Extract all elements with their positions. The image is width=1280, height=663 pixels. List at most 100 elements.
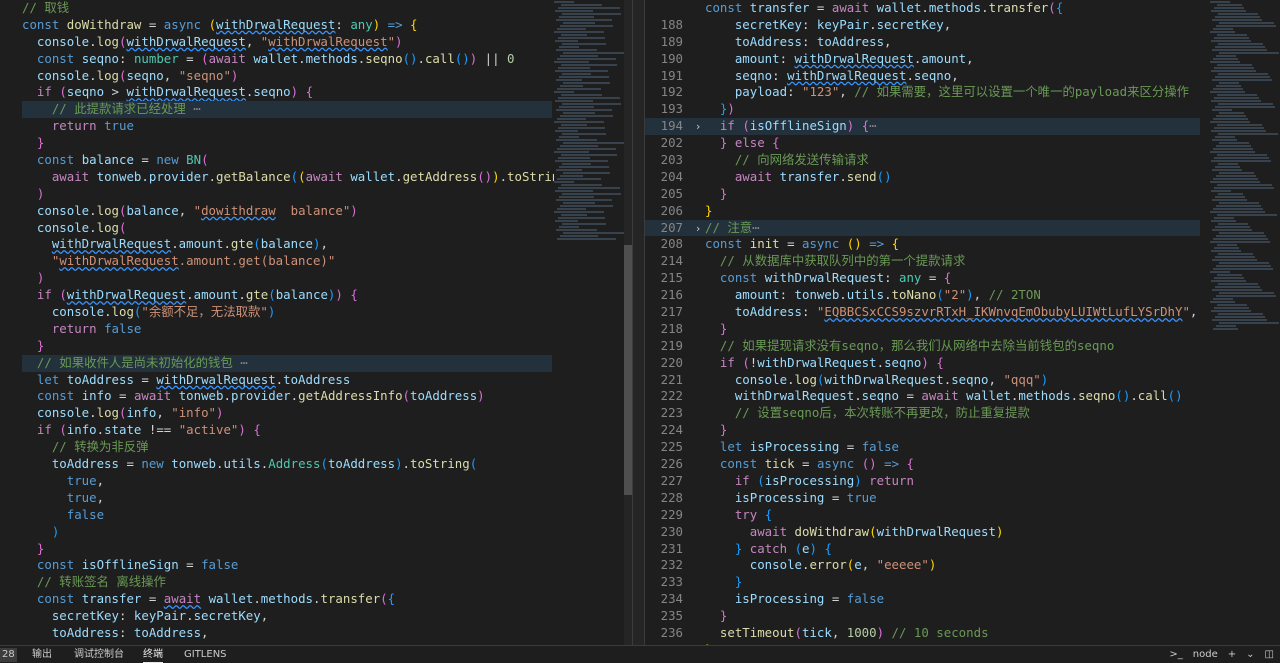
tab-debug-console[interactable]: 调试控制台	[74, 648, 124, 662]
code-line[interactable]: 217 toAddress: "EQBBCSxCCS9szvrRTxH_IKWn…	[645, 304, 1200, 321]
tab-gitlens[interactable]: GITLENS	[184, 648, 227, 662]
code-line[interactable]: 215 const withDrwalRequest: any = {	[645, 270, 1200, 287]
code-line[interactable]: 236 setTimeout(tick, 1000) // 10 seconds	[645, 625, 1200, 642]
split-terminal-icon[interactable]: ◫	[1265, 647, 1274, 662]
left-scrollbar-thumb[interactable]	[624, 245, 632, 495]
code-line[interactable]: false	[22, 507, 552, 524]
code-line[interactable]: // 取钱	[22, 0, 552, 17]
code-line[interactable]: 233 }	[645, 574, 1200, 591]
code-line[interactable]: 206}	[645, 203, 1200, 220]
code-text: }	[719, 608, 728, 624]
code-line[interactable]: 225 let isProcessing = false	[645, 439, 1200, 456]
code-line[interactable]: 223 // 设置seqno后，本次转账不再更改，防止重复提款	[645, 405, 1200, 422]
code-line[interactable]: "withDrwalRequest.amount.get(balance)"	[22, 253, 552, 270]
code-line[interactable]: const info = await tonweb.provider.getAd…	[22, 388, 552, 405]
left-editor-pane[interactable]: // 取钱 const doWithdraw = async (withDrwal…	[0, 0, 632, 645]
code-line[interactable]: secretKey: keyPair.secretKey,	[22, 608, 552, 625]
code-line[interactable]: 202 } else {	[645, 135, 1200, 152]
code-line[interactable]: 208 const init = async () => {	[645, 236, 1200, 253]
code-line[interactable]: }	[22, 338, 552, 355]
editor-splitter[interactable]	[632, 0, 645, 645]
code-line[interactable]: 191 seqno: withDrwalRequest.seqno,	[645, 68, 1200, 85]
code-line[interactable]: 188 secretKey: keyPair.secretKey,	[645, 17, 1200, 34]
chevron-down-icon[interactable]: ⌄	[1246, 647, 1254, 662]
code-line[interactable]: 230 await doWithdraw(withDrwalRequest)	[645, 524, 1200, 541]
code-line[interactable]: 203 // 向网络发送传输请求	[645, 152, 1200, 169]
code-line[interactable]: // 转账签名 离线操作	[22, 574, 552, 591]
code-line[interactable]: const balance = new BN(	[22, 152, 552, 169]
code-line[interactable]: console.log(withDrwalRequest, "withDrwal…	[22, 34, 552, 51]
code-line[interactable]: const transfer = await wallet.methods.tr…	[645, 0, 1200, 17]
code-line[interactable]: const doWithdraw = async (withDrwalReque…	[22, 17, 552, 34]
code-line[interactable]: 214 // 从数据库中获取队列中的第一个提款请求	[645, 253, 1200, 270]
code-line[interactable]: )	[22, 270, 552, 287]
code-line[interactable]: 224 }	[645, 422, 1200, 439]
code-line[interactable]: true,	[22, 473, 552, 490]
code-line[interactable]: // 此提款请求已经处理 ⋯	[22, 101, 552, 119]
code-line[interactable]: 218 }	[645, 321, 1200, 338]
line-number: 190	[660, 50, 683, 66]
terminal-name[interactable]: node	[1193, 647, 1218, 662]
add-terminal-icon[interactable]: +	[1228, 647, 1236, 662]
code-line[interactable]: 226 const tick = async () => {	[645, 456, 1200, 473]
code-line[interactable]: 216 amount: tonweb.utils.toNano("2"), //…	[645, 287, 1200, 304]
tab-output[interactable]: 输出	[32, 648, 52, 662]
code-line[interactable]: await tonweb.provider.getBalance((await …	[22, 169, 589, 186]
code-line[interactable]: 189 toAddress: toAddress,	[645, 34, 1200, 51]
code-line[interactable]: // 如果收件人是尚未初始化的钱包 ⋯	[22, 354, 552, 372]
code-line[interactable]: let toAddress = withDrwalRequest.toAddre…	[22, 372, 552, 389]
left-code-area[interactable]: // 取钱 const doWithdraw = async (withDrwal…	[22, 0, 589, 642]
code-line[interactable]: // 转换为非反弹	[22, 439, 552, 456]
right-code-area[interactable]: const transfer = await wallet.methods.tr…	[645, 0, 1200, 645]
right-minimap[interactable]	[1210, 0, 1280, 645]
code-line[interactable]: 193 })	[645, 101, 1200, 118]
code-line[interactable]: console.log(balance, "dowithdraw balance…	[22, 203, 552, 220]
code-line[interactable]: console.log(info, "info")	[22, 405, 552, 422]
code-line[interactable]: toAddress: toAddress,	[22, 625, 552, 642]
code-line[interactable]: console.log("余额不足，无法取款")	[22, 304, 552, 321]
code-line[interactable]: if (info.state !== "active") {	[22, 422, 552, 439]
code-line[interactable]: 227 if (isProcessing) return	[645, 473, 1200, 490]
code-line[interactable]: const transfer = await wallet.methods.tr…	[22, 591, 552, 608]
code-line[interactable]: }	[22, 135, 552, 152]
code-line[interactable]: 235 }	[645, 608, 1200, 625]
code-line[interactable]: 229 try {	[645, 507, 1200, 524]
code-line[interactable]: 234 isProcessing = false	[645, 591, 1200, 608]
code-line[interactable]: 219 // 如果提现请求没有seqno，那么我们从网络中去除当前钱包的seqn…	[645, 338, 1200, 355]
code-line[interactable]: toAddress = new tonweb.utils.Address(toA…	[22, 456, 552, 473]
minimap-line	[1217, 184, 1272, 186]
code-line[interactable]: return false	[22, 321, 552, 338]
code-line[interactable]: 232 console.error(e, "eeeee")	[645, 557, 1200, 574]
right-editor-pane[interactable]: const transfer = await wallet.methods.tr…	[645, 0, 1280, 645]
code-line[interactable]: )	[22, 186, 552, 203]
code-line[interactable]: 228 isProcessing = true	[645, 490, 1200, 507]
code-line[interactable]: return true	[22, 118, 552, 135]
code-line[interactable]: console.log(	[22, 220, 552, 237]
code-line[interactable]: 192 payload: "123", // 如果需要，这里可以设置一个唯一的p…	[645, 84, 1200, 101]
minimap-line	[1212, 109, 1232, 111]
code-line[interactable]: 222 withDrwalRequest.seqno = await walle…	[645, 388, 1200, 405]
code-line[interactable]: console.log(seqno, "seqno")	[22, 68, 552, 85]
problems-count-badge[interactable]: 28	[0, 648, 17, 662]
left-scrollbar[interactable]	[624, 0, 632, 645]
code-line[interactable]: 205 }	[645, 186, 1200, 203]
code-line[interactable]: withDrwalRequest.amount.gte(balance),	[22, 236, 552, 253]
chevron-right-icon[interactable]: ›	[691, 221, 705, 238]
code-line[interactable]: 220 if (!withDrwalRequest.seqno) {	[645, 355, 1200, 372]
code-line[interactable]: }	[22, 541, 552, 558]
chevron-right-icon[interactable]: ›	[691, 119, 705, 136]
left-minimap[interactable]	[554, 0, 625, 645]
code-line[interactable]: 231 } catch (e) {	[645, 541, 1200, 558]
code-line[interactable]: true,	[22, 490, 552, 507]
code-line[interactable]: const isOfflineSign = false	[22, 557, 552, 574]
code-line[interactable]: const seqno: number = (await wallet.meth…	[22, 51, 552, 68]
tab-terminal[interactable]: 终端	[143, 648, 163, 663]
code-line[interactable]: if (seqno > withDrwalRequest.seqno) {	[22, 84, 552, 101]
code-line[interactable]: 194 › if (isOfflineSign) {⋯	[645, 118, 1200, 136]
code-line[interactable]: 190 amount: withDrwalRequest.amount,	[645, 51, 1200, 68]
code-line[interactable]: 221 console.log(withDrwalRequest.seqno, …	[645, 372, 1200, 389]
code-line[interactable]: )	[22, 524, 552, 541]
code-line[interactable]: if (withDrwalRequest.amount.gte(balance)…	[22, 287, 552, 304]
code-line[interactable]: 207 ›// 注意⋯	[645, 219, 1200, 238]
code-line[interactable]: 204 await transfer.send()	[645, 169, 1200, 186]
